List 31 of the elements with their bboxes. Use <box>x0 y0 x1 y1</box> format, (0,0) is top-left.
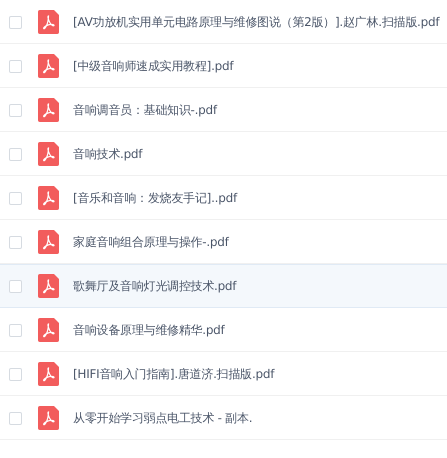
pdf-icon <box>38 186 59 210</box>
checkbox[interactable] <box>9 16 22 28</box>
file-name[interactable]: 从零开始学习弱点电工技术 - 副本. <box>73 410 252 426</box>
file-name[interactable]: 家庭音响组合原理与操作-.pdf <box>73 234 229 250</box>
file-row[interactable]: 歌舞厅及音响灯光调控技术.pdf <box>0 264 447 308</box>
file-name[interactable]: [AV功放机实用单元电路原理与维修图说（第2版）].赵广林.扫描版.pdf <box>73 14 440 30</box>
file-name[interactable]: [HIFI音响入门指南].唐道济.扫描版.pdf <box>73 366 274 382</box>
checkbox[interactable] <box>9 412 22 424</box>
checkbox[interactable] <box>9 192 22 204</box>
pdf-icon <box>38 362 59 386</box>
checkbox[interactable] <box>9 280 22 292</box>
file-name[interactable]: 歌舞厅及音响灯光调控技术.pdf <box>73 278 236 294</box>
pdf-icon <box>38 274 59 298</box>
checkbox[interactable] <box>9 148 22 160</box>
checkbox[interactable] <box>9 368 22 380</box>
pdf-icon <box>38 98 59 122</box>
file-name[interactable]: 音响调音员：基础知识-.pdf <box>73 102 217 118</box>
file-name[interactable]: 音响技术.pdf <box>73 146 142 162</box>
pdf-icon <box>38 54 59 78</box>
pdf-icon <box>38 406 59 430</box>
checkbox[interactable] <box>9 60 22 72</box>
pdf-icon <box>38 318 59 342</box>
pdf-icon <box>38 142 59 166</box>
file-name[interactable]: 音响设备原理与维修精华.pdf <box>73 322 225 338</box>
checkbox[interactable] <box>9 236 22 248</box>
pdf-icon <box>38 10 59 34</box>
checkbox[interactable] <box>9 324 22 336</box>
checkbox[interactable] <box>9 104 22 116</box>
pdf-icon <box>38 230 59 254</box>
file-name[interactable]: [音乐和音响：发烧友手记]..pdf <box>73 190 237 206</box>
file-name[interactable]: [中级音响师速成实用教程].pdf <box>73 58 234 74</box>
